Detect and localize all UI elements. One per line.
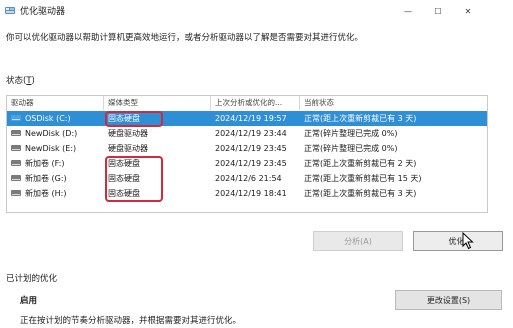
annotation-highlight-box [105, 111, 163, 127]
defrag-app-icon [5, 7, 15, 14]
scheduled-description: 正在按计划的节奏分析驱动器，并根据需要对其进行优化。 [20, 316, 242, 326]
drive-name-cell: 新加卷 (G:) [25, 174, 67, 183]
status-label-text: 状态 [6, 76, 24, 86]
maximize-icon: ☐ [434, 6, 442, 16]
hard-drive-icon [11, 145, 21, 151]
drive-list[interactable]: 驱动器 媒体类型 上次分析或优化的... 当前状态 OSDisk (C:) 固态硬… [6, 95, 488, 213]
last-run-cell: 2024/12/19 23:44 [215, 129, 287, 138]
current-status-cell: 正常(碎片整理已完成 0%) [304, 129, 398, 138]
drive-row[interactable]: 新加卷 (H:) 固态硬盘 2024/12/19 18:41 正常(距上次重新剪裁已有… [7, 186, 487, 201]
drive-row[interactable]: OSDisk (C:) 固态硬盘 2024/12/19 19:57 正常(距上次重新剪… [7, 111, 487, 126]
drive-name-cell: 新加卷 (H:) [25, 189, 67, 198]
hard-drive-icon [11, 160, 21, 166]
window-title: 优化驱动器 [20, 7, 66, 17]
last-run-cell: 2024/12/19 18:41 [215, 189, 287, 198]
change-settings-button[interactable]: 更改设置(S) [395, 290, 502, 310]
last-run-cell: 2024/12/6 21:54 [215, 174, 282, 183]
last-run-cell: 2024/12/19 19:57 [215, 114, 287, 123]
column-header-last-run[interactable]: 上次分析或优化的... [211, 96, 299, 110]
drive-row[interactable]: 新加卷 (F:) 固态硬盘 2024/12/19 23:45 正常(距上次重新剪裁已有… [7, 156, 487, 171]
current-status-cell: 正常(距上次重新剪裁已有 15 天) [304, 174, 422, 183]
column-header-media-type[interactable]: 媒体类型 [104, 96, 210, 110]
drive-row[interactable]: NewDisk (E:) 硬盘驱动器 2024/12/19 23:45 正常(碎片整理… [7, 141, 487, 156]
status-hotkey: T [26, 76, 32, 86]
scheduled-state: 启用 [20, 296, 38, 306]
drive-name-cell: 新加卷 (F:) [25, 159, 65, 168]
current-status-cell: 正常(碎片整理已完成 0%) [304, 144, 398, 153]
mouse-pointer-icon [462, 232, 474, 250]
optimize-button[interactable]: 优化( [413, 231, 503, 251]
column-header-current-status[interactable]: 当前状态 [300, 96, 487, 110]
analyze-button[interactable]: 分析(A) [313, 231, 403, 251]
drive-row[interactable]: NewDisk (D:) 硬盘驱动器 2024/12/19 23:44 正常(碎片整理… [7, 126, 487, 141]
hard-drive-icon [11, 175, 21, 181]
maximize-button[interactable]: ☐ [423, 0, 453, 22]
current-status-cell: 正常(距上次重新剪裁已有 3 天) [304, 189, 417, 198]
drive-name-cell: OSDisk (C:) [25, 114, 71, 123]
current-status-cell: 正常(距上次重新剪裁已有 2 天) [304, 159, 417, 168]
column-header-drive[interactable]: 驱动器 [7, 96, 103, 110]
drive-name-cell: NewDisk (E:) [25, 144, 77, 153]
drive-row[interactable]: 新加卷 (G:) 固态硬盘 2024/12/6 21:54 正常(距上次重新剪裁已有 … [7, 171, 487, 186]
drive-name-cell: NewDisk (D:) [25, 129, 78, 138]
media-type-cell: 硬盘驱动器 [108, 144, 148, 153]
close-button[interactable]: ✕ [453, 0, 483, 22]
current-status-cell: 正常(距上次重新剪裁已有 3 天) [304, 114, 417, 123]
scheduled-optimization-label: 已计划的优化 [6, 274, 58, 284]
close-icon: ✕ [464, 6, 472, 16]
minimize-button[interactable]: — [393, 0, 423, 22]
status-label: 状态(T) [6, 76, 35, 86]
minimize-icon: — [404, 6, 412, 16]
hard-drive-icon [11, 130, 21, 136]
last-run-cell: 2024/12/19 23:45 [215, 159, 287, 168]
hard-drive-icon [11, 190, 21, 196]
description-text: 你可以优化驱动器以帮助计算机更高效地运行，或者分析驱动器以了解是否需要对其进行优… [6, 33, 364, 43]
media-type-cell: 硬盘驱动器 [108, 129, 148, 138]
windows-drive-icon [11, 115, 21, 121]
last-run-cell: 2024/12/19 23:45 [215, 144, 287, 153]
annotation-highlight-box [105, 156, 163, 202]
